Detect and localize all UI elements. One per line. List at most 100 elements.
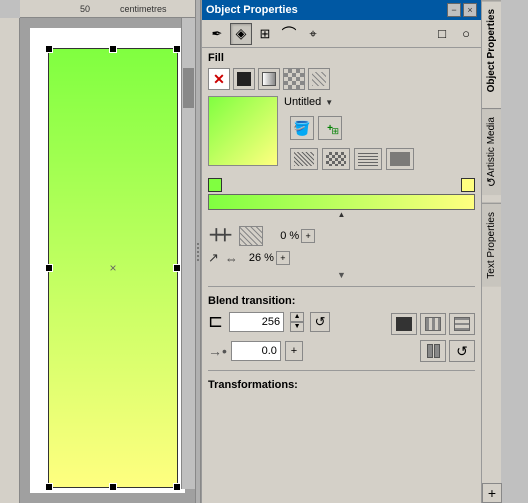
canvas-area: 50 centimetres × xyxy=(0,0,195,503)
blend-reset-button[interactable]: ↺ xyxy=(310,312,330,332)
square-style-button[interactable] xyxy=(420,340,446,362)
float-input[interactable] xyxy=(231,341,281,361)
linear-style-button[interactable] xyxy=(391,313,417,335)
pattern-btn-1[interactable] xyxy=(290,148,318,170)
bottom-spacer xyxy=(202,395,481,435)
canvas-scrollbar[interactable] xyxy=(181,18,195,489)
pin-button[interactable]: − xyxy=(447,3,461,17)
solid-fill-button[interactable] xyxy=(233,68,255,90)
handle-middle-left[interactable] xyxy=(45,264,53,272)
pattern-buttons-row xyxy=(284,144,420,174)
expand-arrow[interactable]: ▼ xyxy=(202,268,481,282)
object-properties-panel: Object Properties − × ✒ ◈ ⊞ ⌒ ⌖ □ ○ Fill… xyxy=(201,0,481,503)
paint-fill-button[interactable]: 🪣 xyxy=(290,116,314,140)
separator-1 xyxy=(208,286,475,287)
gradient-stops-row xyxy=(208,178,475,192)
scrollbar-thumb[interactable] xyxy=(183,68,194,108)
shape-tool-button[interactable]: ⌖ xyxy=(302,23,324,45)
handle-top-left[interactable] xyxy=(45,45,53,53)
angle-percent-box: 26 % + xyxy=(244,251,290,265)
panel-content: Fill ✕ Untitled ▼ xyxy=(202,48,481,503)
gradient-preview-area: Untitled ▼ 🪣 + ⊞ xyxy=(208,96,475,174)
blend-spin-up[interactable]: ▲ xyxy=(290,312,304,322)
handle-top-right[interactable] xyxy=(173,45,181,53)
gradient-name-area: Untitled ▼ 🪣 + ⊞ xyxy=(284,96,420,174)
gradient-name-row: Untitled ▼ xyxy=(284,96,420,108)
ruler-mark: 50 xyxy=(80,4,90,14)
no-fill-button[interactable]: ✕ xyxy=(208,68,230,90)
fill-section-header: Fill xyxy=(202,48,481,66)
pattern-btn-4[interactable] xyxy=(386,148,414,170)
fill-type-row: ✕ xyxy=(202,66,481,92)
fill-tool-button[interactable]: ◈ xyxy=(230,23,252,45)
style-row-1 xyxy=(391,313,475,335)
handle-bottom-right[interactable] xyxy=(173,483,181,491)
round-frame-button[interactable]: ○ xyxy=(455,23,477,45)
copy-fill-button[interactable]: + ⊞ xyxy=(318,116,342,140)
gradient-bar[interactable] xyxy=(208,194,475,210)
grid-tool-button[interactable]: ⊞ xyxy=(254,23,276,45)
midpoint-value: 0 % xyxy=(269,230,299,242)
gradient-stop-left[interactable] xyxy=(208,178,222,192)
canvas-background: × xyxy=(30,28,185,493)
gradient-stop-right[interactable] xyxy=(461,178,475,192)
midpoint-percent-box: 0 % + xyxy=(269,229,315,243)
crosshatch-box xyxy=(239,226,263,246)
sidebar-item-text-properties[interactable]: Text Properties xyxy=(482,203,501,287)
close-button[interactable]: × xyxy=(463,3,477,17)
panel-toolbar: ✒ ◈ ⊞ ⌒ ⌖ □ ○ xyxy=(202,20,481,48)
float-arrow-icon: →• xyxy=(208,343,227,359)
midpoint-spin-up[interactable]: + xyxy=(301,229,315,243)
fill-icons-row: 🪣 + ⊞ xyxy=(284,116,420,140)
angle-row: ↗ ⇔ 26 % + xyxy=(202,248,481,268)
gradient-midpoint-arrow: ▲ xyxy=(208,210,475,219)
blend-steps-input[interactable]: 256 xyxy=(229,312,284,332)
panel-title: Object Properties xyxy=(206,4,298,16)
add-panel-button[interactable]: + xyxy=(482,483,502,503)
bars-style-button[interactable] xyxy=(420,313,446,335)
gradient-dropdown-arrow[interactable]: ▼ xyxy=(325,98,333,107)
linear-gradient-button[interactable] xyxy=(258,68,280,90)
ruler-unit: centimetres xyxy=(120,4,167,14)
texture-fill-button[interactable] xyxy=(308,68,330,90)
title-buttons: − × xyxy=(447,3,477,17)
checker-fill-button[interactable] xyxy=(283,68,305,90)
float-spin[interactable]: + xyxy=(285,341,303,361)
side-tab-filler xyxy=(482,287,501,483)
striped-style-button[interactable] xyxy=(449,313,475,335)
side-tabs: Object Properties ↺ Artistic Media Text … xyxy=(481,0,501,503)
selected-object[interactable]: × xyxy=(48,48,178,488)
float-value-row: →• + xyxy=(208,341,303,361)
sidebar-item-artistic-media[interactable]: ↺ Artistic Media xyxy=(482,108,501,195)
transform-section: Transformations: xyxy=(202,375,481,395)
angle-spin-up[interactable]: + xyxy=(276,251,290,265)
sidebar-item-object-properties[interactable]: Object Properties xyxy=(482,0,501,100)
pen-tool-button[interactable]: ✒ xyxy=(206,23,228,45)
ruler-vertical xyxy=(0,18,20,503)
ruler-horizontal: 50 centimetres xyxy=(20,0,195,18)
gradient-bar-section: ▲ xyxy=(208,178,475,219)
blend-header: Blend transition: xyxy=(208,295,475,307)
blend-value-row: ⊏ 256 ▲ ▼ ↺ xyxy=(208,311,330,332)
gradient-name: Untitled xyxy=(284,96,321,108)
divider-dots xyxy=(197,243,199,261)
separator-2 xyxy=(208,370,475,371)
blend-spin-down[interactable]: ▼ xyxy=(290,322,304,332)
pattern-btn-3[interactable] xyxy=(354,148,382,170)
canvas-content: × xyxy=(20,18,195,503)
style-row-2: ↺ xyxy=(420,340,475,362)
handle-top-middle[interactable] xyxy=(109,45,117,53)
artistic-media-icon: ↺ xyxy=(485,177,499,187)
transform-header: Transformations: xyxy=(208,379,475,391)
curve-tool-button[interactable]: ⌒ xyxy=(278,23,300,45)
midpoint-row: ✕ ✕ 0 % + xyxy=(202,223,481,248)
square-frame-button[interactable]: □ xyxy=(431,23,453,45)
pattern-btn-2[interactable] xyxy=(322,148,350,170)
style-buttons-group xyxy=(391,313,475,335)
rotate-style-button[interactable]: ↺ xyxy=(449,340,475,362)
handle-bottom-middle[interactable] xyxy=(109,483,117,491)
double-arrow-icon: ⇔ xyxy=(225,251,238,266)
handle-bottom-left[interactable] xyxy=(45,483,53,491)
blend-spin-group: ▲ ▼ xyxy=(290,312,304,332)
handle-middle-right[interactable] xyxy=(173,264,181,272)
